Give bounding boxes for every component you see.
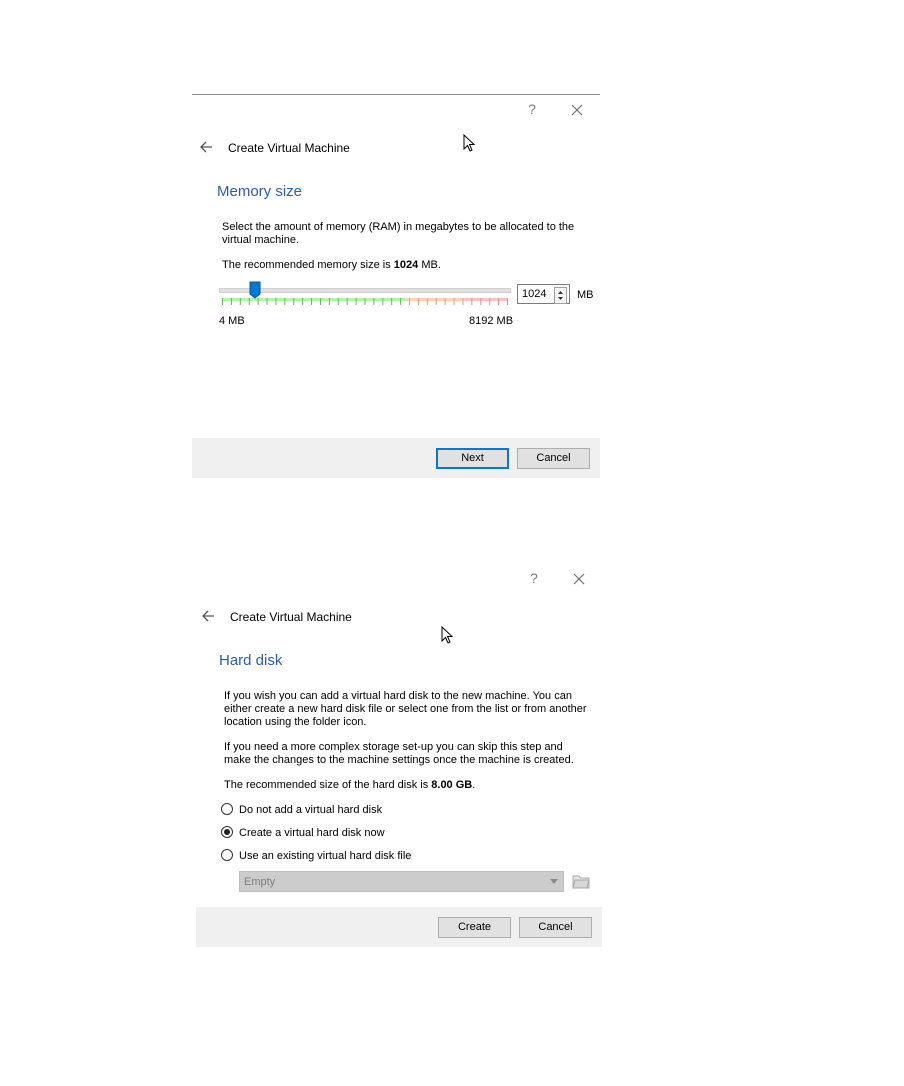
create-button[interactable]: Create xyxy=(438,917,511,938)
radio-existing-disk-label[interactable]: Use an existing virtual hard disk file xyxy=(239,850,411,862)
memory-unit: MB xyxy=(577,289,594,301)
next-button[interactable]: Next xyxy=(436,448,509,469)
rec-suffix: . xyxy=(472,779,476,791)
back-button[interactable] xyxy=(199,140,215,154)
slider-min-label: 4 MB xyxy=(219,315,245,327)
rec-prefix: The recommended size of the hard disk is xyxy=(224,779,432,791)
page-heading-2: Hard disk xyxy=(219,652,283,669)
rec-value: 1024 xyxy=(393,259,419,271)
harddisk-recommendation: The recommended size of the hard disk is… xyxy=(224,779,475,792)
radio-no-disk-label[interactable]: Do not add a virtual hard disk xyxy=(239,804,382,816)
combo-value: Empty xyxy=(244,876,276,888)
slider-scale xyxy=(222,298,508,305)
mouse-cursor-icon xyxy=(463,134,476,152)
chevron-down-icon xyxy=(550,879,558,884)
slider-max-label: 8192 MB xyxy=(469,315,514,327)
mouse-cursor-icon xyxy=(441,626,454,644)
help-button[interactable]: ? xyxy=(523,101,541,119)
slider-track xyxy=(219,288,511,293)
close-icon xyxy=(571,104,583,116)
memory-spinbox-value: 1024 xyxy=(522,288,547,300)
harddisk-description-1: If you wish you can add a virtual hard d… xyxy=(224,690,587,728)
harddisk-description-2: If you need a more complex storage set-u… xyxy=(224,741,574,766)
memory-spinbox[interactable]: 1024 xyxy=(517,284,570,304)
page-heading: Memory size xyxy=(217,183,303,200)
radio-no-disk[interactable] xyxy=(221,803,233,815)
slider-thumb[interactable] xyxy=(249,281,261,299)
rec-value: 8.00 GB xyxy=(431,779,473,791)
cancel-button[interactable]: Cancel xyxy=(517,448,590,469)
memory-description: Select the amount of memory (RAM) in meg… xyxy=(222,221,575,246)
dialog-title-2: Create Virtual Machine xyxy=(230,610,352,624)
folder-icon xyxy=(572,875,590,889)
back-button-2[interactable] xyxy=(201,609,217,623)
back-arrow-icon xyxy=(200,141,212,153)
cancel-button-2[interactable]: Cancel xyxy=(519,917,592,938)
close-button-2[interactable] xyxy=(570,570,588,588)
close-button[interactable] xyxy=(568,101,586,119)
dialog-title: Create Virtual Machine xyxy=(228,141,350,155)
rec-suffix: MB. xyxy=(418,259,441,271)
top-divider xyxy=(192,94,600,95)
help-button-2[interactable]: ? xyxy=(525,570,543,588)
radio-create-disk[interactable] xyxy=(221,826,233,838)
memory-recommendation: The recommended memory size is 1024 MB. xyxy=(222,259,441,272)
back-arrow-icon xyxy=(202,610,214,622)
existing-disk-combo[interactable]: Empty xyxy=(239,871,564,892)
radio-create-disk-label[interactable]: Create a virtual hard disk now xyxy=(239,827,385,839)
close-icon xyxy=(573,573,585,585)
spin-arrows[interactable] xyxy=(554,287,567,304)
rec-prefix: The recommended memory size is xyxy=(222,259,394,271)
radio-existing-disk[interactable] xyxy=(221,849,233,861)
folder-button[interactable] xyxy=(572,873,590,889)
spin-arrows-icon xyxy=(558,291,563,300)
